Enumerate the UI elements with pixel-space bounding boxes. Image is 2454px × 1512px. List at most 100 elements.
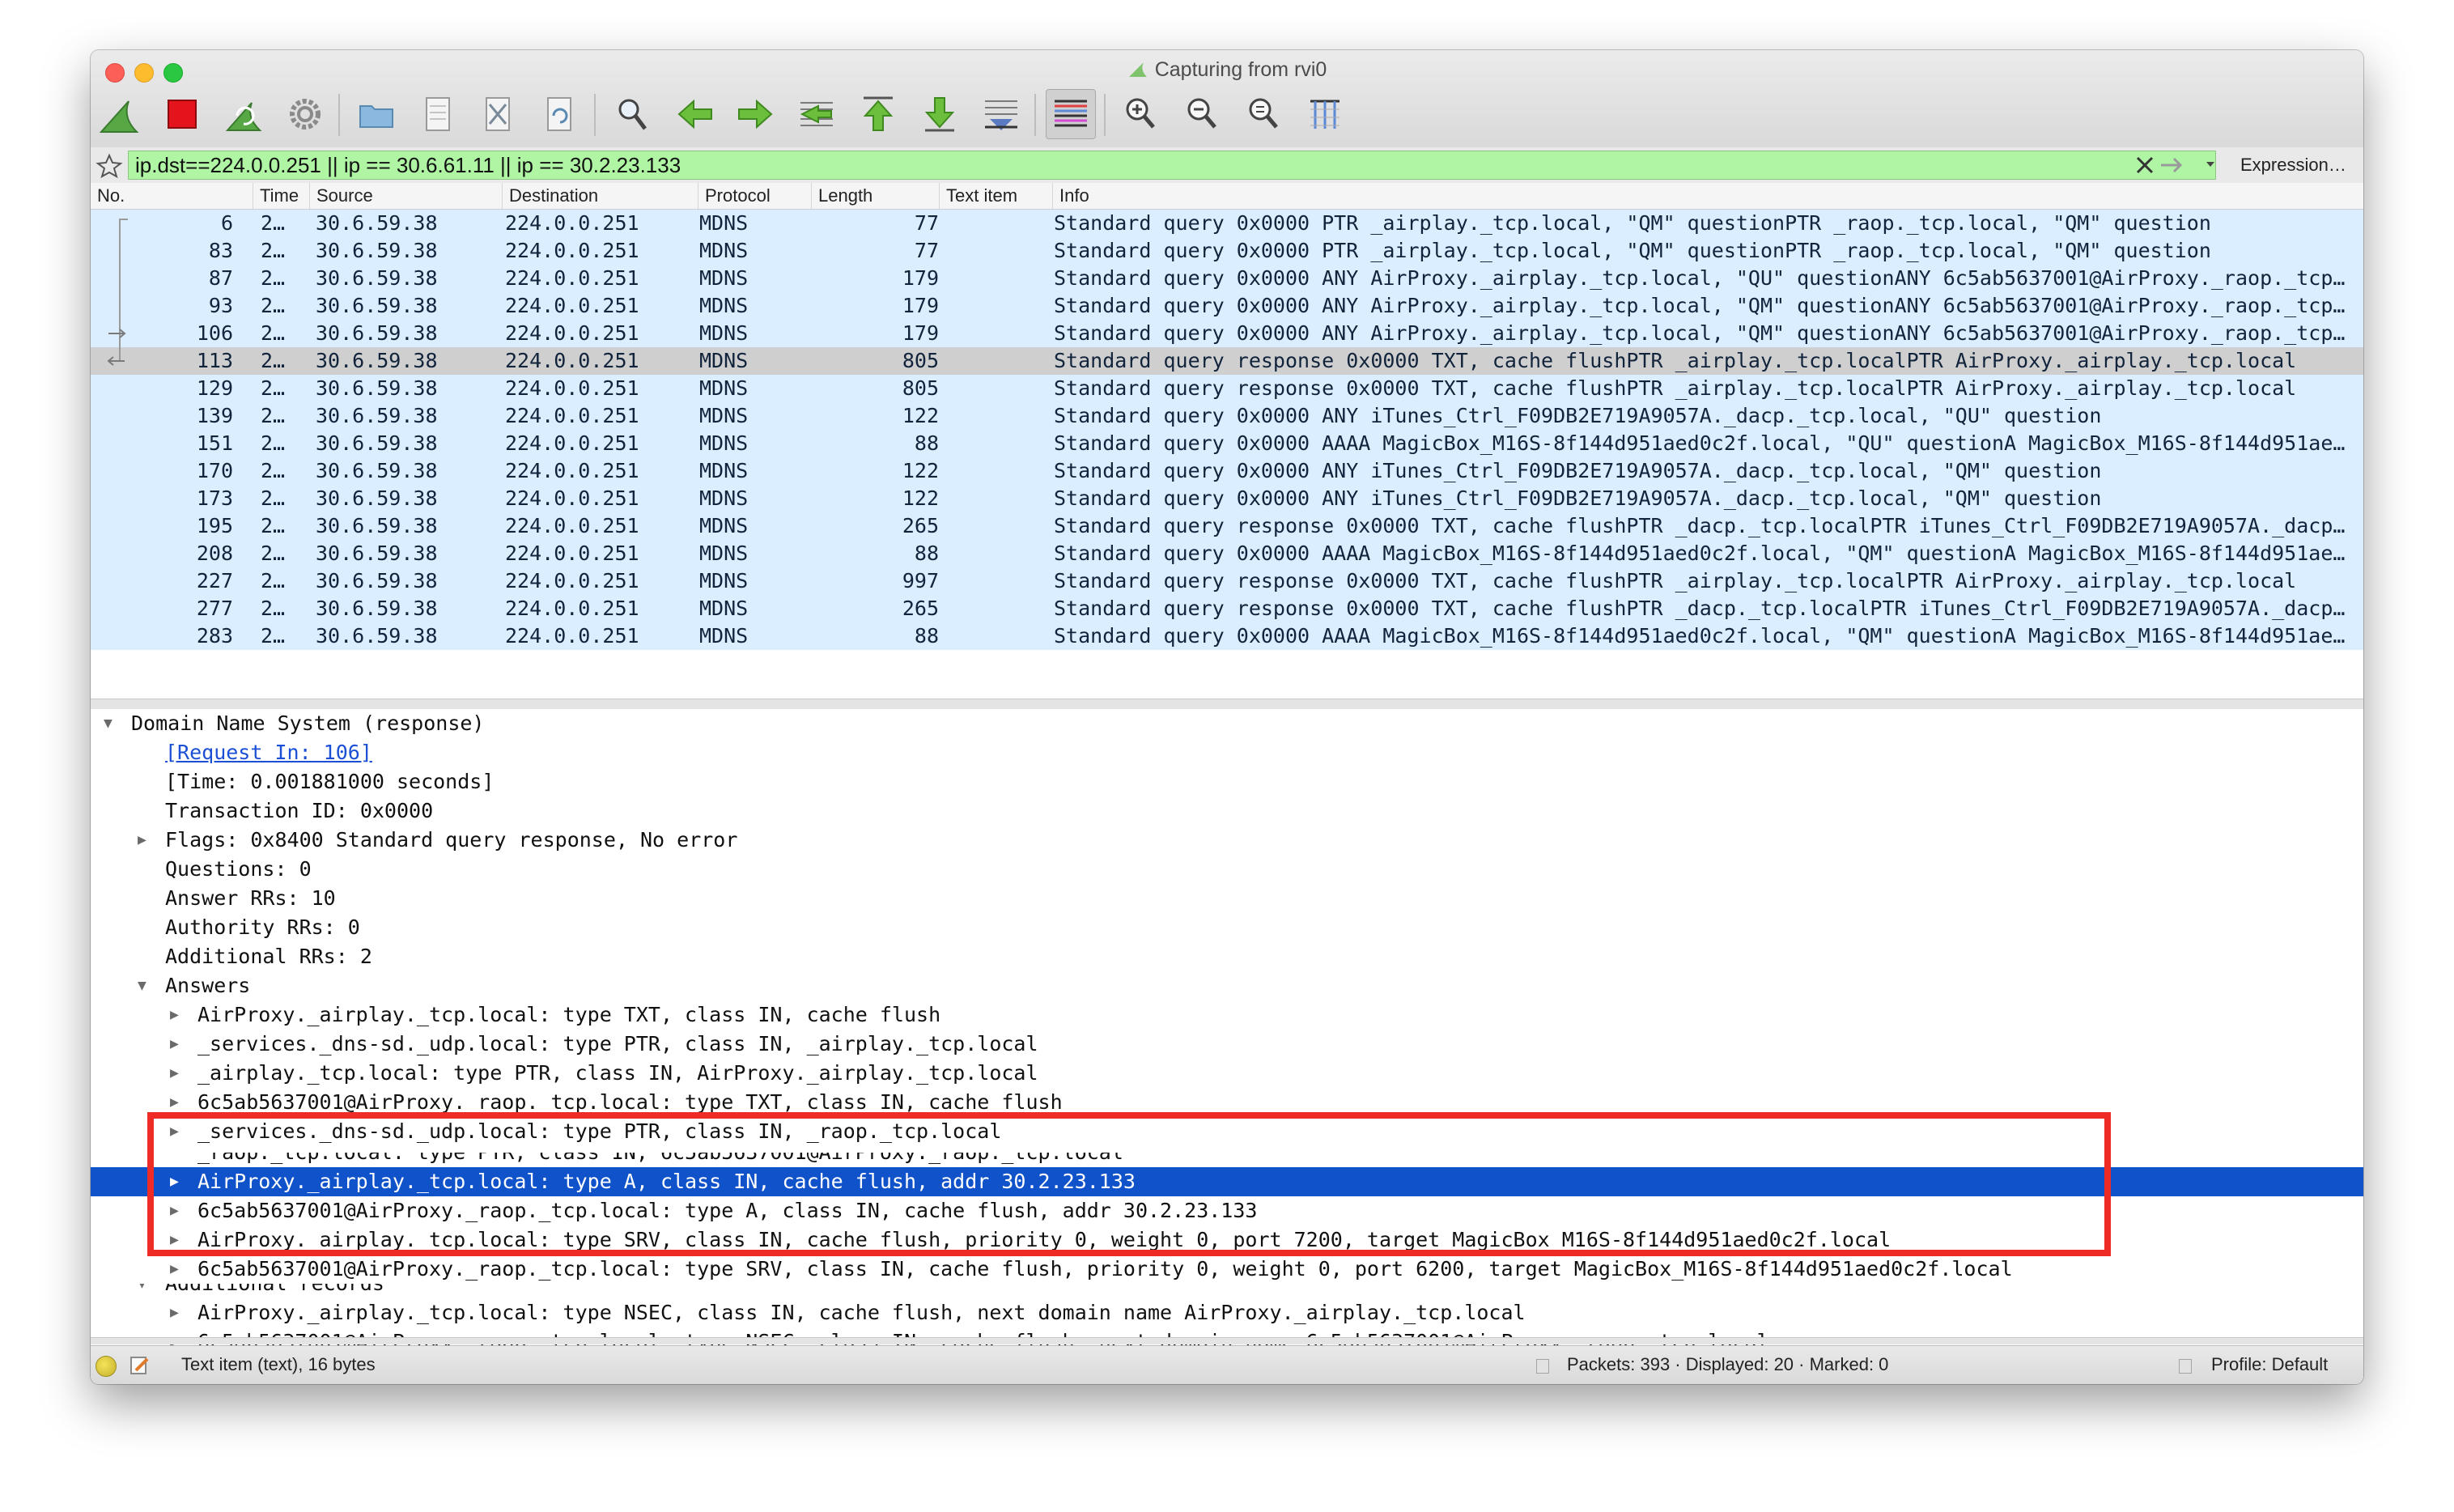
disclosure-right-icon[interactable]: ▶ [138, 826, 152, 855]
column-destination[interactable]: Destination [502, 183, 698, 209]
autoscroll-button[interactable] [976, 89, 1026, 139]
go-back-button[interactable] [670, 89, 720, 139]
tree-item-label: _airplay._tcp.local: type PTR, class IN,… [197, 1061, 1038, 1085]
normal-size-button[interactable] [1238, 89, 1289, 139]
disclosure-right-icon[interactable]: ▶ [170, 1167, 185, 1196]
packet-row-selected[interactable]: 113 2… 30.6.59.38 224.0.0.251 MDNS 805 S… [91, 347, 2363, 375]
packet-row[interactable]: 151 2… 30.6.59.38 224.0.0.251 MDNS 88 St… [91, 430, 2363, 457]
column-text-item[interactable]: Text item [939, 183, 1052, 209]
request-in-link[interactable]: [Request In: 106] [165, 738, 372, 767]
packet-row[interactable]: 227 2… 30.6.59.38 224.0.0.251 MDNS 997 S… [91, 567, 2363, 595]
disclosure-right-icon[interactable]: ▶ [170, 1255, 185, 1284]
column-no[interactable]: No. [91, 183, 253, 209]
tree-item-time[interactable]: [Time: 0.001881000 seconds] [91, 767, 2363, 796]
display-filter-input[interactable]: ip.dst==224.0.0.251 || ip == 30.6.61.11 … [128, 151, 2216, 180]
restart-capture-button[interactable] [219, 89, 269, 139]
disclosure-right-icon[interactable]: ▶ [170, 1225, 185, 1255]
tree-item-additional-records[interactable]: ▼ Additional records [91, 1284, 2363, 1298]
disclosure-right-icon[interactable]: ▶ [170, 1088, 185, 1117]
tree-item-answer[interactable]: ▶ 6c5ab5637001@AirProxy._raop._tcp.local… [91, 1196, 2363, 1225]
disclosure-right-icon[interactable]: ▶ [170, 1059, 185, 1088]
status-profile[interactable]: Profile: Default [2211, 1346, 2328, 1383]
packet-row[interactable]: 208 2… 30.6.59.38 224.0.0.251 MDNS 88 St… [91, 540, 2363, 567]
colorize-button[interactable] [1046, 89, 1096, 139]
tree-item-answer[interactable]: ▶ _services._dns-sd._udp.local: type PTR… [91, 1117, 2363, 1146]
capture-options-button[interactable] [280, 89, 330, 139]
tree-item-dns[interactable]: ▼ Domain Name System (response) [91, 709, 2363, 738]
column-info[interactable]: Info [1052, 183, 2363, 209]
packet-list: 6 2… 30.6.59.38 224.0.0.251 MDNS 77 Stan… [91, 210, 2363, 699]
packet-length: 88 [914, 624, 939, 648]
packet-row[interactable]: 6 2… 30.6.59.38 224.0.0.251 MDNS 77 Stan… [91, 210, 2363, 237]
related-packet-bracket-icon [119, 219, 128, 237]
find-packet-button[interactable] [607, 89, 657, 139]
column-length[interactable]: Length [811, 183, 939, 209]
packet-row[interactable]: 195 2… 30.6.59.38 224.0.0.251 MDNS 265 S… [91, 512, 2363, 540]
packet-row[interactable]: 173 2… 30.6.59.38 224.0.0.251 MDNS 122 S… [91, 485, 2363, 512]
packet-row[interactable]: 277 2… 30.6.59.38 224.0.0.251 MDNS 265 S… [91, 595, 2363, 622]
tree-item-answers[interactable]: ▼ Answers [91, 971, 2363, 1000]
pane-splitter[interactable] [91, 1337, 2363, 1344]
last-packet-button[interactable] [915, 89, 965, 139]
column-time[interactable]: Time [253, 183, 309, 209]
first-packet-button[interactable] [853, 89, 903, 139]
tree-item-flags[interactable]: ▶ Flags: 0x8400 Standard query response,… [91, 826, 2363, 855]
chevron-down-icon[interactable] [2205, 159, 2216, 170]
tree-item-additional-rrs[interactable]: Additional RRs: 2 [91, 942, 2363, 971]
go-forward-button[interactable] [730, 89, 780, 139]
packet-row[interactable]: 139 2… 30.6.59.38 224.0.0.251 MDNS 122 S… [91, 402, 2363, 430]
tree-item-answer[interactable]: ▶ _airplay._tcp.local: type PTR, class I… [91, 1059, 2363, 1088]
disclosure-right-icon[interactable]: ▶ [170, 1030, 185, 1059]
packet-length: 265 [902, 597, 939, 620]
tree-item-answer[interactable]: ▶ AirProxy._airplay._tcp.local: type TXT… [91, 1000, 2363, 1030]
disclosure-right-icon[interactable]: ▶ [170, 1117, 185, 1146]
packet-no: 195 [196, 514, 233, 537]
save-file-button[interactable] [413, 89, 463, 139]
clear-filter-icon[interactable] [2133, 154, 2156, 176]
disclosure-down-icon[interactable]: ▼ [138, 1284, 152, 1298]
tree-item-answer-selected[interactable]: ▶ AirProxy._airplay._tcp.local: type A, … [91, 1167, 2363, 1196]
resize-columns-button[interactable] [1300, 89, 1350, 139]
packet-row[interactable]: 283 2… 30.6.59.38 224.0.0.251 MDNS 88 St… [91, 622, 2363, 650]
bookmark-star-icon[interactable] [96, 152, 123, 180]
tree-item-answer-rrs[interactable]: Answer RRs: 10 [91, 884, 2363, 913]
zoom-in-button[interactable] [1115, 89, 1165, 139]
expert-info-icon[interactable] [96, 1356, 117, 1377]
go-to-packet-button[interactable] [792, 89, 842, 139]
tree-item-additional[interactable]: ▶ AirProxy._airplay._tcp.local: type NSE… [91, 1298, 2363, 1327]
packet-row[interactable]: 93 2… 30.6.59.38 224.0.0.251 MDNS 179 St… [91, 292, 2363, 320]
column-source[interactable]: Source [309, 183, 502, 209]
tree-item-authority-rrs[interactable]: Authority RRs: 0 [91, 913, 2363, 942]
tree-item-answer[interactable]: ▶ 6c5ab5637001@AirProxy._raop._tcp.local… [91, 1255, 2363, 1284]
disclosure-down-icon[interactable]: ▼ [138, 971, 152, 1000]
disclosure-right-icon[interactable]: ▶ [170, 1000, 185, 1030]
zoom-out-button[interactable] [1177, 89, 1227, 139]
packet-row[interactable]: 106 2… 30.6.59.38 224.0.0.251 MDNS 179 S… [91, 320, 2363, 347]
capture-comment-icon[interactable] [128, 1354, 151, 1377]
tree-item-request-in[interactable]: [Request In: 106] [91, 738, 2363, 767]
close-file-button[interactable] [473, 89, 523, 139]
tree-item-transaction-id[interactable]: Transaction ID: 0x0000 [91, 796, 2363, 826]
packet-length: 179 [902, 294, 939, 317]
stop-capture-button[interactable] [157, 89, 207, 139]
tree-item-answer[interactable]: ▶ 6c5ab5637001@AirProxy._raop._tcp.local… [91, 1088, 2363, 1117]
packet-row[interactable]: 170 2… 30.6.59.38 224.0.0.251 MDNS 122 S… [91, 457, 2363, 485]
disclosure-right-icon[interactable]: ▶ [170, 1196, 185, 1225]
column-protocol[interactable]: Protocol [698, 183, 811, 209]
apply-filter-icon[interactable] [2159, 155, 2187, 175]
packet-row[interactable]: 83 2… 30.6.59.38 224.0.0.251 MDNS 77 Sta… [91, 237, 2363, 265]
pane-splitter[interactable] [91, 699, 2363, 710]
tree-item-answer[interactable]: ▶ _services._dns-sd._udp.local: type PTR… [91, 1030, 2363, 1059]
reload-file-button[interactable] [534, 89, 584, 139]
tree-item-questions[interactable]: Questions: 0 [91, 855, 2363, 884]
expression-button[interactable]: Expression… [2240, 152, 2346, 178]
packet-row[interactable]: 87 2… 30.6.59.38 224.0.0.251 MDNS 179 St… [91, 265, 2363, 292]
packet-length: 179 [902, 266, 939, 290]
start-capture-button[interactable] [94, 89, 144, 139]
tree-item-answer[interactable]: _raop._tcp.local: type PTR, class IN, 6c… [91, 1153, 2363, 1167]
disclosure-down-icon[interactable]: ▼ [104, 709, 118, 738]
disclosure-right-icon[interactable]: ▶ [170, 1298, 185, 1327]
open-file-button[interactable] [351, 89, 401, 139]
packet-row[interactable]: 129 2… 30.6.59.38 224.0.0.251 MDNS 805 S… [91, 375, 2363, 402]
tree-item-answer[interactable]: ▶ AirProxy._airplay._tcp.local: type SRV… [91, 1225, 2363, 1255]
